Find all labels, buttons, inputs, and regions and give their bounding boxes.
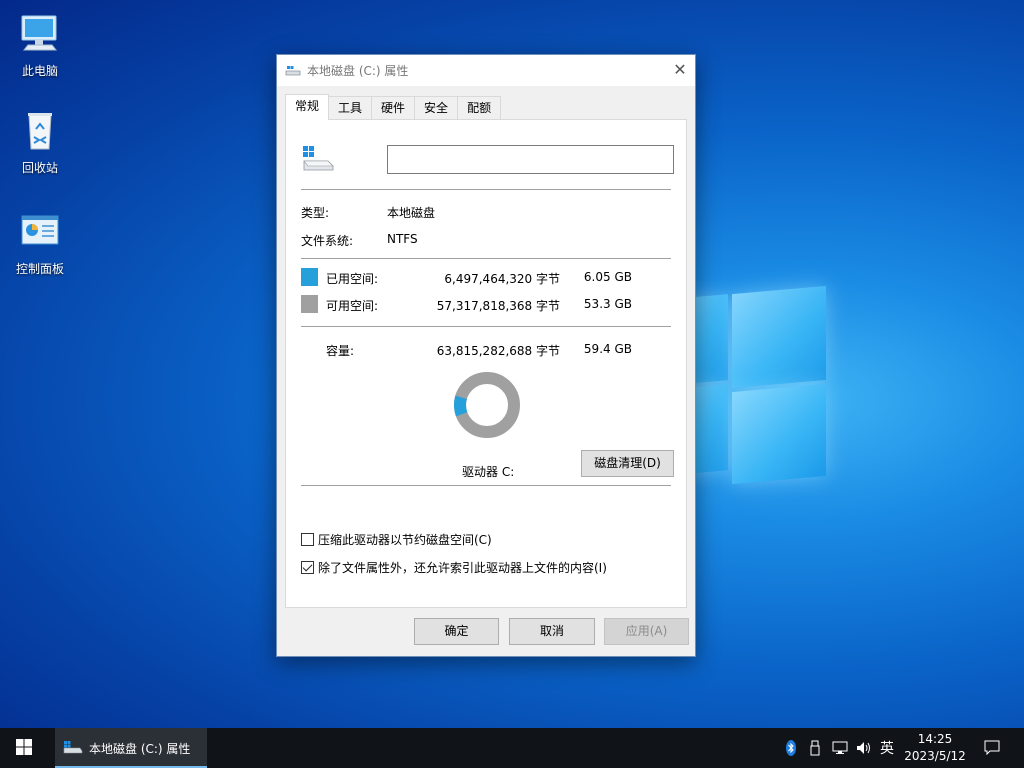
tab-bar: 常规 工具 硬件 安全 配额 — [285, 94, 502, 120]
volume-icon[interactable] — [854, 728, 874, 768]
index-contents-checkbox[interactable]: 除了文件属性外，还允许索引此驱动器上文件的内容(I) — [301, 559, 607, 576]
usb-icon[interactable] — [806, 728, 824, 768]
close-icon: ✕ — [673, 60, 687, 79]
taskbar-app-properties[interactable]: 本地磁盘 (C:) 属性 — [55, 728, 207, 768]
drive-icon — [63, 740, 83, 757]
used-space-label: 已用空间: — [326, 272, 379, 286]
clock-time: 14:25 — [917, 732, 953, 746]
divider — [301, 485, 671, 486]
notification-center-button[interactable] — [980, 728, 1004, 768]
used-space-bytes: 6,497,464,320 字节 — [444, 272, 560, 286]
free-space-size: 53.3 GB — [583, 297, 632, 311]
free-space-swatch — [301, 295, 318, 313]
checkbox-box[interactable] — [301, 533, 314, 546]
start-button[interactable] — [0, 728, 48, 768]
close-button[interactable]: ✕ — [665, 55, 695, 85]
drive-letter-label: 驱动器 C: — [462, 465, 515, 479]
recycle-bin-icon — [16, 107, 64, 155]
used-space-swatch — [301, 268, 318, 286]
desktop-icon-recycle-bin[interactable]: 回收站 — [5, 107, 75, 176]
clock-date: 2023/5/12 — [904, 749, 966, 763]
control-panel-icon — [16, 208, 64, 256]
checkbox-label: 除了文件属性外，还允许索引此驱动器上文件的内容(I) — [318, 561, 607, 575]
free-space-arc — [454, 372, 520, 438]
dialog-title: 本地磁盘 (C:) 属性 — [307, 64, 409, 78]
desktop-icon-control-panel[interactable]: 控制面板 — [5, 208, 75, 277]
windows-start-icon — [16, 738, 32, 758]
drive-large-icon — [302, 145, 334, 171]
disk-usage-donut-chart — [454, 372, 520, 438]
capacity-bytes: 63,815,282,688 字节 — [436, 344, 560, 358]
drive-icon — [285, 65, 301, 77]
notification-icon — [984, 739, 1000, 758]
cancel-button[interactable]: 取消 — [509, 618, 595, 645]
bluetooth-icon[interactable] — [782, 728, 800, 768]
free-space-bytes: 57,317,818,368 字节 — [436, 299, 560, 313]
type-label: 类型: — [301, 206, 330, 220]
desktop-icon-label: 回收站 — [21, 161, 58, 175]
network-icon[interactable] — [830, 728, 850, 768]
disk-cleanup-button[interactable]: 磁盘清理(D) — [581, 450, 674, 477]
drive-name-input[interactable] — [387, 145, 674, 174]
capacity-size: 59.4 GB — [583, 342, 632, 356]
tab-general[interactable]: 常规 — [285, 94, 330, 120]
apply-button[interactable]: 应用(A) — [604, 618, 689, 645]
input-method-indicator[interactable]: 英 — [876, 728, 898, 768]
checkbox-box[interactable] — [301, 561, 314, 574]
compress-drive-checkbox[interactable]: 压缩此驱动器以节约磁盘空间(C) — [301, 531, 492, 548]
type-value: 本地磁盘 — [387, 206, 436, 220]
checkbox-label: 压缩此驱动器以节约磁盘空间(C) — [318, 533, 492, 547]
dialog-titlebar[interactable]: 本地磁盘 (C:) 属性 ✕ — [277, 55, 695, 86]
divider — [301, 326, 671, 327]
filesystem-label: 文件系统: — [301, 234, 354, 248]
tab-quota[interactable]: 配额 — [457, 96, 502, 120]
ok-button[interactable]: 确定 — [414, 618, 499, 645]
desktop-icon-label: 此电脑 — [21, 64, 58, 78]
free-space-label: 可用空间: — [326, 299, 379, 313]
divider — [301, 189, 671, 190]
used-space-size: 6.05 GB — [583, 270, 632, 284]
taskbar: 本地磁盘 (C:) 属性 英 14:25 2023/5/12 — [0, 728, 1024, 768]
tab-security[interactable]: 安全 — [414, 96, 459, 120]
taskbar-app-label: 本地磁盘 (C:) 属性 — [89, 741, 191, 756]
desktop-icon-label: 控制面板 — [15, 262, 64, 276]
capacity-label: 容量: — [326, 344, 355, 358]
general-tab-panel: 类型: 本地磁盘 文件系统: NTFS 已用空间: 6,497,464,320 … — [285, 119, 687, 608]
filesystem-value: NTFS — [387, 232, 418, 246]
desktop-icon-this-pc[interactable]: 此电脑 — [5, 10, 75, 79]
computer-icon — [16, 10, 64, 58]
tab-tools[interactable]: 工具 — [328, 96, 373, 120]
taskbar-clock[interactable]: 14:25 2023/5/12 — [900, 731, 970, 765]
divider — [301, 258, 671, 259]
tab-hardware[interactable]: 硬件 — [371, 96, 416, 120]
properties-dialog: 本地磁盘 (C:) 属性 ✕ 常规 工具 硬件 安全 配额 类型: 本地磁盘 文… — [276, 54, 696, 657]
